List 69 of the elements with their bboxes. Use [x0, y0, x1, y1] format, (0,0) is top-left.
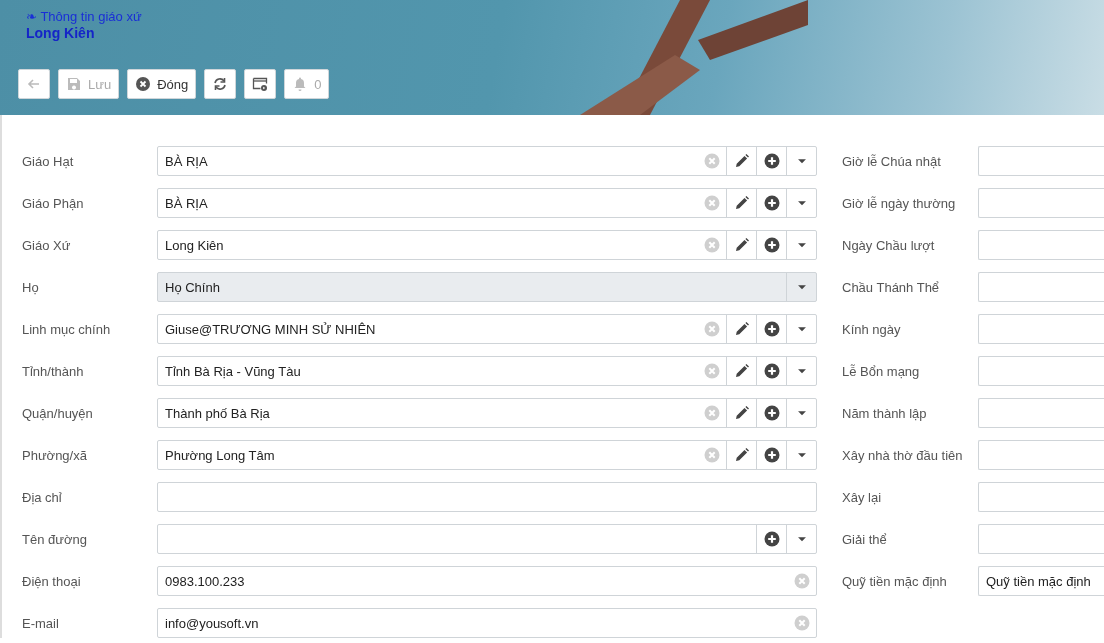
field-label: Xây lại — [842, 489, 883, 505]
pencil-icon[interactable] — [733, 447, 750, 463]
field-label: Tên đường — [22, 531, 88, 547]
close-icon — [135, 76, 152, 92]
refresh-button[interactable] — [204, 69, 237, 99]
input-field[interactable] — [978, 356, 1104, 386]
combo-field[interactable]: Họ Chính — [157, 272, 817, 302]
input-field[interactable] — [978, 314, 1104, 344]
plus-icon[interactable] — [763, 531, 780, 547]
field-label: Giáo Phận — [22, 195, 85, 211]
combo-field[interactable]: Long Kiên — [157, 230, 817, 260]
field-label: Họ — [22, 279, 40, 295]
plus-icon[interactable] — [763, 153, 780, 169]
combo-field[interactable]: Tỉnh Bà Rịa - Vũng Tàu — [157, 356, 817, 386]
field-label: Giáo Hạt — [22, 153, 75, 169]
field-label: Xây nhà thờ đầu tiên — [842, 447, 964, 463]
page-subtitle: ❧ Thông tin giáo xứ — [26, 9, 142, 24]
field-label: Giải thể — [842, 531, 888, 547]
input-field[interactable]: Quỹ tiền mặc định — [978, 566, 1104, 596]
field-label: Điện thoại — [22, 573, 82, 589]
pencil-icon[interactable] — [733, 153, 750, 169]
field-label: Tỉnh/thành — [22, 363, 85, 379]
refresh-icon — [212, 76, 229, 92]
field-label: Giờ lễ ngày thường — [842, 195, 957, 211]
plus-icon[interactable] — [763, 321, 780, 337]
field-label: Năm thành lập — [842, 405, 928, 421]
pencil-icon[interactable] — [733, 363, 750, 379]
field-label: Lễ Bổn mạng — [842, 363, 921, 379]
plus-icon[interactable] — [763, 405, 780, 421]
plus-icon[interactable] — [763, 237, 780, 253]
field-label: Ngày Chầu lượt — [842, 237, 936, 253]
field-label: Giáo Xứ — [22, 237, 72, 253]
input-field[interactable] — [978, 146, 1104, 176]
close-button[interactable]: Đóng — [127, 69, 197, 99]
input-field[interactable] — [978, 230, 1104, 260]
combo-field[interactable]: BÀ RỊA — [157, 146, 817, 176]
field-label: Chầu Thánh Thể — [842, 279, 941, 295]
field-label: E-mail — [22, 615, 60, 631]
input-field[interactable] — [978, 272, 1104, 302]
field-label: Quỹ tiền mặc định — [842, 573, 948, 589]
field-label: Địa chỉ — [22, 489, 63, 505]
field-label: Linh mục chính — [22, 321, 112, 337]
field-label: Giờ lễ Chúa nhật — [842, 153, 942, 169]
input-field[interactable] — [978, 482, 1104, 512]
combo-field[interactable]: Phường Long Tâm — [157, 440, 817, 470]
field-label: Phường/xã — [22, 447, 88, 463]
input-field[interactable] — [978, 398, 1104, 428]
combo-field[interactable]: Giuse@TRƯƠNG MINH SỬ NHIÊN — [157, 314, 817, 344]
input-field[interactable]: 0983.100.233 — [157, 566, 817, 596]
pencil-icon[interactable] — [733, 321, 750, 337]
window-button[interactable] — [244, 69, 277, 99]
combo-field[interactable]: Thành phố Bà Rịa — [157, 398, 817, 428]
combo-field[interactable] — [157, 524, 817, 554]
window-icon — [252, 76, 269, 92]
field-label: Quận/huyện — [22, 405, 94, 421]
input-field[interactable] — [978, 524, 1104, 554]
plus-icon[interactable] — [763, 447, 780, 463]
input-field[interactable] — [978, 440, 1104, 470]
page-title: Long Kiên — [26, 25, 96, 41]
field-label: Kính ngày — [842, 321, 902, 337]
plus-icon[interactable] — [763, 195, 780, 211]
input-field[interactable] — [157, 482, 817, 512]
input-field[interactable] — [978, 188, 1104, 218]
plus-icon[interactable] — [763, 363, 780, 379]
pencil-icon[interactable] — [733, 195, 750, 211]
input-field[interactable]: info@yousoft.vn — [157, 608, 817, 638]
pencil-icon[interactable] — [733, 405, 750, 421]
pencil-icon[interactable] — [733, 237, 750, 253]
combo-field[interactable]: BÀ RỊA — [157, 188, 817, 218]
